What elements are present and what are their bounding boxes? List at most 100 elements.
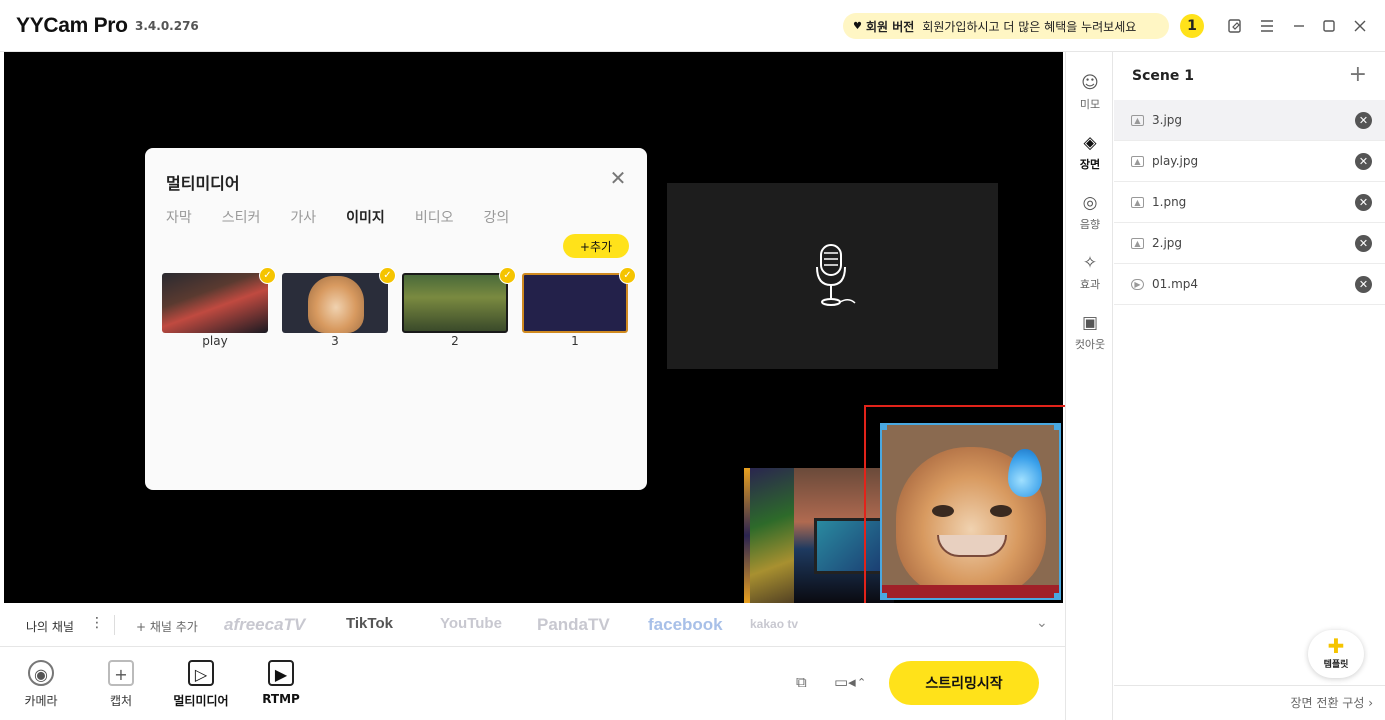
more-options-icon[interactable]: ⋮ — [90, 615, 104, 631]
resize-handle[interactable] — [1054, 593, 1061, 600]
image-file-icon: ▲ — [1131, 237, 1144, 249]
scene-transition-link[interactable]: 장면 전환 구성 › — [1114, 685, 1385, 720]
close-icon[interactable] — [1349, 15, 1371, 37]
chevron-down-icon[interactable]: ⌄ — [1036, 615, 1048, 631]
channel-youtube[interactable]: YouTube — [440, 615, 502, 632]
cat-eye — [932, 505, 954, 517]
camera-icon: ◉ — [28, 660, 54, 686]
multimedia-label: 멀티미디어 — [173, 694, 229, 708]
cat-eye — [990, 505, 1012, 517]
audio-source[interactable] — [667, 183, 998, 369]
channel-kakaotv[interactable]: kakao tv — [750, 617, 798, 631]
selected-cat-image[interactable] — [880, 423, 1061, 600]
add-channel-button[interactable]: + 채널 추가 — [136, 618, 198, 635]
scene-item[interactable]: ▲ 3.jpg ✕ — [1114, 100, 1385, 141]
tool-mimo[interactable]: ☺ 미모 — [1066, 72, 1114, 112]
dialog-close-icon[interactable]: ✕ — [607, 167, 629, 189]
thumbnail-image — [402, 273, 508, 333]
check-icon: ✓ — [379, 267, 396, 284]
media-thumb-2[interactable]: ✓ — [402, 267, 516, 333]
media-label: 1 — [571, 334, 579, 348]
media-thumb-3[interactable]: ✓ — [282, 267, 396, 333]
my-channel-label: 나의 채널 — [26, 620, 74, 634]
check-icon: ✓ — [499, 267, 516, 284]
screen-switch-icon[interactable]: ⧉ — [796, 673, 807, 691]
add-media-button[interactable]: +추가 — [563, 234, 629, 258]
tool-label: 장면 — [1079, 158, 1101, 171]
tab-lecture[interactable]: 강의 — [483, 207, 509, 227]
channel-facebook[interactable]: facebook — [648, 615, 723, 635]
remove-icon[interactable]: ✕ — [1355, 276, 1372, 293]
tool-cutout[interactable]: ▣ 컷아웃 — [1066, 312, 1114, 352]
menu-icon[interactable] — [1256, 15, 1278, 37]
scene-item[interactable]: ▶ 01.mp4 ✕ — [1114, 264, 1385, 305]
camera-button[interactable]: ◉ 카메라 — [6, 660, 76, 709]
scene-item-name: play.jpg — [1152, 154, 1199, 168]
multimedia-dialog: 멀티미디어 ✕ 자막 스티커 가사 이미지 비디오 강의 +추가 ✓ play … — [145, 148, 647, 490]
capture-button[interactable]: + 캡처 — [86, 660, 156, 709]
scene-item[interactable]: ▲ 1.png ✕ — [1114, 182, 1385, 223]
scene-item[interactable]: ▲ 2.jpg ✕ — [1114, 223, 1385, 264]
sweat-drop-icon — [1008, 449, 1042, 497]
thumbnail-image — [162, 273, 268, 333]
add-scene-icon[interactable]: + — [1349, 62, 1367, 87]
tool-label: 미모 — [1079, 98, 1101, 111]
remove-icon[interactable]: ✕ — [1355, 153, 1372, 170]
divider — [114, 615, 115, 635]
minimize-icon[interactable] — [1288, 15, 1310, 37]
check-icon: ✓ — [259, 267, 276, 284]
tab-subtitle[interactable]: 자막 — [166, 207, 192, 227]
tab-image[interactable]: 이미지 — [346, 207, 385, 227]
tool-label: 컷아웃 — [1074, 338, 1106, 351]
resize-handle[interactable] — [880, 423, 887, 430]
image-file-icon: ▲ — [1131, 196, 1144, 208]
tool-scene[interactable]: ◈ 장면 — [1066, 132, 1114, 172]
chevron-up-icon[interactable]: ⌃ — [857, 676, 866, 689]
media-label: play — [202, 334, 228, 348]
scene-item-name: 3.jpg — [1152, 113, 1183, 127]
tool-audio[interactable]: ◎ 음향 — [1066, 192, 1114, 232]
check-icon: ✓ — [619, 267, 636, 284]
app-logo: YYCam Pro — [16, 14, 128, 37]
layers-icon: ◈ — [1083, 133, 1097, 153]
rtmp-icon: ▶ — [268, 660, 294, 686]
multimedia-button[interactable]: ▷ 멀티미디어 — [166, 660, 236, 709]
play-icon: ▷ — [188, 660, 214, 686]
rtmp-button[interactable]: ▶ RTMP — [246, 660, 316, 706]
resize-handle[interactable] — [880, 593, 887, 600]
resize-handle[interactable] — [1054, 423, 1061, 430]
scene-panel: Scene 1 + ▲ 3.jpg ✕ ▲ play.jpg ✕ ▲ 1.png… — [1114, 52, 1385, 720]
channel-pandatv[interactable]: PandaTV — [537, 615, 610, 635]
camera-label: 카메라 — [24, 694, 58, 708]
remove-icon[interactable]: ✕ — [1355, 235, 1372, 252]
video-file-icon: ▶ — [1131, 278, 1144, 290]
thumbnail-image — [282, 273, 388, 333]
template-button[interactable]: ✚ 템플릿 — [1308, 630, 1364, 678]
dialog-tabs: 자막 스티커 가사 이미지 비디오 강의 — [166, 207, 509, 227]
scene-title: Scene 1 — [1132, 68, 1194, 84]
thumbnail-image — [522, 273, 628, 333]
face-icon: ☺ — [1081, 73, 1099, 93]
play-image-layer[interactable] — [794, 468, 894, 603]
scene-item-name: 01.mp4 — [1152, 277, 1199, 291]
channel-afreecatv[interactable]: afreecaTV — [224, 615, 305, 635]
scene-item[interactable]: ▲ play.jpg ✕ — [1114, 141, 1385, 182]
notification-badge[interactable]: 1 — [1180, 14, 1204, 38]
start-streaming-button[interactable]: 스트리밍시작 — [889, 661, 1039, 705]
media-label: 2 — [451, 334, 459, 348]
remove-icon[interactable]: ✕ — [1355, 112, 1372, 129]
tab-sticker[interactable]: 스티커 — [222, 207, 261, 227]
media-thumb-play[interactable]: ✓ — [162, 267, 276, 333]
member-banner[interactable]: ♥ 회원 버전 회원가입하시고 더 많은 혜택을 누려보세요 — [843, 13, 1169, 39]
tab-video[interactable]: 비디오 — [415, 207, 454, 227]
feedback-icon[interactable] — [1224, 15, 1246, 37]
maximize-icon[interactable] — [1318, 15, 1340, 37]
channel-tiktok[interactable]: TikTok — [346, 615, 393, 632]
remove-icon[interactable]: ✕ — [1355, 194, 1372, 211]
video-camera-icon[interactable]: ▭◂ — [834, 673, 856, 691]
tool-effect[interactable]: ✧ 효과 — [1066, 252, 1114, 292]
heart-icon: ♥ — [853, 20, 862, 32]
puzzle-icon: ✚ — [1327, 634, 1345, 658]
tab-lyrics[interactable]: 가사 — [290, 207, 316, 227]
media-thumb-1[interactable]: ✓ — [522, 267, 636, 333]
